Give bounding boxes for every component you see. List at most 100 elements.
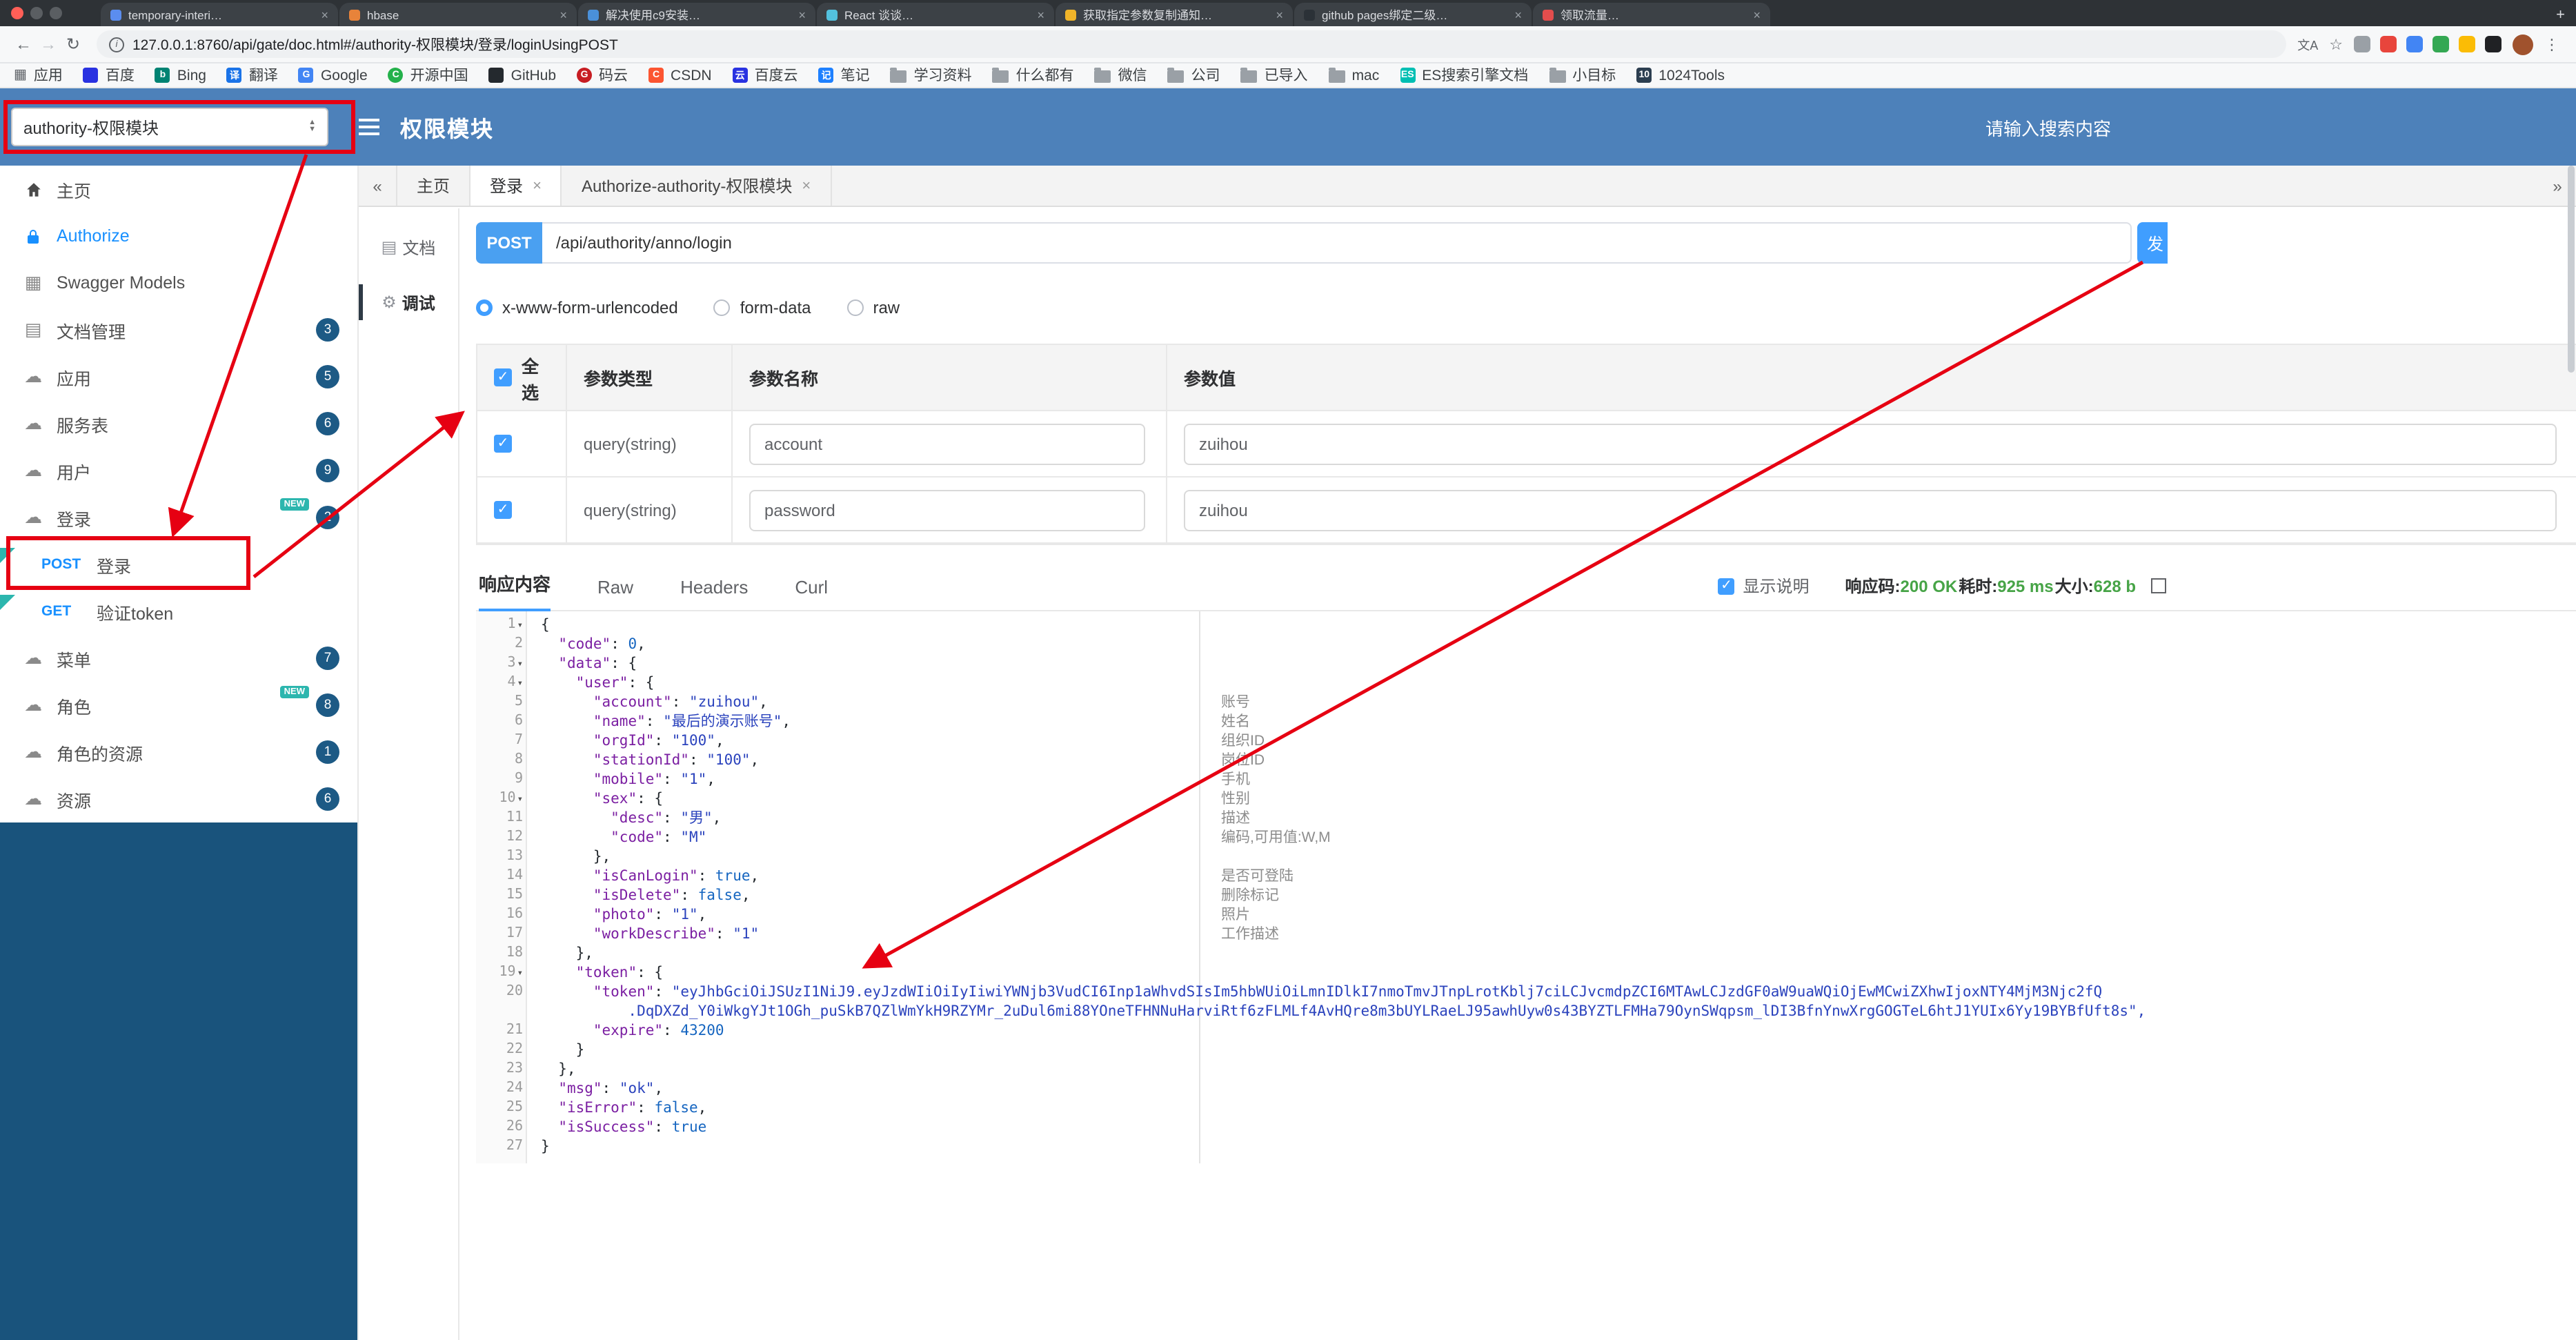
sidebar-item-login-post[interactable]: POST 登录 xyxy=(0,541,357,588)
bookmark-star-icon[interactable]: ☆ xyxy=(2329,35,2343,53)
bookmark-item-1[interactable]: 百度 xyxy=(83,65,135,86)
select-all-checkbox[interactable]: ✓ xyxy=(494,368,512,386)
sidebar-item-resource[interactable]: ☁ 资源 6 xyxy=(0,776,357,822)
tabs-scroll-left-icon[interactable]: « xyxy=(359,176,396,195)
row-checkbox[interactable]: ✓ xyxy=(494,501,512,519)
bookmark-item-12[interactable]: 什么都有 xyxy=(992,65,1074,86)
sidebar-item-role[interactable]: ☁ 角色 NEW 8 xyxy=(0,682,357,729)
tab-close-icon[interactable]: × xyxy=(1753,8,1761,21)
module-select[interactable]: authority-权限模块 ▲ ▼ xyxy=(11,108,328,146)
window-minimize-button[interactable] xyxy=(30,7,43,19)
site-info-icon[interactable]: i xyxy=(109,37,124,52)
param-name-input[interactable] xyxy=(749,489,1145,531)
sidebar-item-service-table[interactable]: ☁ 服务表 6 xyxy=(0,400,357,447)
response-tab-3[interactable]: Curl xyxy=(795,577,828,610)
fold-icon[interactable]: ▾ xyxy=(517,678,523,689)
tab-close-icon[interactable]: × xyxy=(802,177,811,194)
bookmark-item-4[interactable]: G Google xyxy=(298,67,368,83)
tab-doc[interactable]: ▤ 文档 xyxy=(359,219,458,275)
bookmark-item-6[interactable]: GitHub xyxy=(488,67,556,83)
bookmark-item-0[interactable]: ▦ 应用 xyxy=(14,65,63,86)
fold-icon[interactable]: ▾ xyxy=(517,967,523,978)
tab-close-icon[interactable]: × xyxy=(321,8,328,21)
window-close-button[interactable] xyxy=(11,7,23,19)
tab-close-icon[interactable]: × xyxy=(798,8,806,21)
sidebar-item-authorize[interactable]: Authorize xyxy=(0,213,357,259)
content-tab-2[interactable]: Authorize-authority-权限模块 × xyxy=(562,166,832,206)
browser-tab-0[interactable]: temporary-interi… × xyxy=(101,3,338,26)
translate-icon[interactable]: 文A xyxy=(2297,35,2318,53)
sidebar-item-app[interactable]: ☁ 应用 5 xyxy=(0,353,357,400)
window-maximize-button[interactable] xyxy=(50,7,62,19)
bookmark-item-5[interactable]: C 开源中国 xyxy=(388,65,468,86)
browser-tab-4[interactable]: 获取指定参数复制通知… × xyxy=(1056,3,1293,26)
bookmark-item-19[interactable]: 10 1024Tools xyxy=(1636,67,1725,83)
bookmark-item-2[interactable]: b Bing xyxy=(155,67,206,83)
extension-icon-4[interactable] xyxy=(2459,36,2475,52)
param-name-input[interactable] xyxy=(749,423,1145,464)
bookmark-item-13[interactable]: 微信 xyxy=(1094,65,1147,86)
browser-tab-6[interactable]: 领取流量… × xyxy=(1533,3,1770,26)
content-type-radio-0[interactable]: x-www-form-urlencoded xyxy=(476,298,678,317)
sidebar-item-login[interactable]: ☁ 登录 NEW 2 xyxy=(0,494,357,541)
back-button[interactable]: ← xyxy=(11,35,36,54)
content-type-radio-2[interactable]: raw xyxy=(846,298,900,317)
browser-tab-5[interactable]: github pages绑定二级… × xyxy=(1294,3,1532,26)
bookmark-item-17[interactable]: ES ES搜索引擎文档 xyxy=(1400,65,1528,86)
bookmark-item-16[interactable]: mac xyxy=(1328,67,1379,83)
forward-button[interactable]: → xyxy=(36,35,61,54)
bookmark-item-10[interactable]: 记笔记 xyxy=(818,65,870,86)
response-tab-0[interactable]: 响应内容 xyxy=(479,570,551,611)
tab-debug[interactable]: ⚙ 调试 xyxy=(359,275,458,330)
bookmark-item-18[interactable]: 小目标 xyxy=(1549,65,1616,86)
response-tab-2[interactable]: Headers xyxy=(680,577,748,610)
sidebar-item-home[interactable]: 主页 xyxy=(0,166,357,213)
param-value-input[interactable] xyxy=(1184,489,2557,531)
header-search-placeholder[interactable]: 请输入搜索内容 xyxy=(1985,114,2111,140)
request-path-input[interactable]: /api/authority/anno/login xyxy=(542,222,2132,264)
tab-close-icon[interactable]: × xyxy=(1514,8,1522,21)
content-type-radio-1[interactable]: form-data xyxy=(713,298,811,317)
browser-menu-icon[interactable]: ⋮ xyxy=(2544,35,2559,53)
fold-icon[interactable]: ▾ xyxy=(517,794,523,805)
address-bar[interactable]: i 127.0.0.1:8760/api/gate/doc.html#/auth… xyxy=(97,30,2287,58)
bookmark-item-15[interactable]: 已导入 xyxy=(1240,65,1308,86)
fold-icon[interactable]: ▾ xyxy=(517,620,523,631)
extension-icon-1[interactable] xyxy=(2380,36,2397,52)
tab-close-icon[interactable]: × xyxy=(559,8,567,21)
bookmark-item-3[interactable]: 译翻译 xyxy=(226,65,278,86)
scrollbar-thumb[interactable] xyxy=(2568,166,2575,373)
bookmark-item-14[interactable]: 公司 xyxy=(1167,65,1220,86)
content-tab-1[interactable]: 登录 × xyxy=(470,166,562,206)
reload-button[interactable]: ↻ xyxy=(61,35,86,54)
extension-icon-0[interactable] xyxy=(2354,36,2370,52)
sidebar-item-doc-manage[interactable]: ▤ 文档管理 3 xyxy=(0,306,357,353)
bookmark-item-9[interactable]: 云百度云 xyxy=(732,65,798,86)
profile-avatar[interactable] xyxy=(2513,34,2533,55)
browser-tab-3[interactable]: React 谈谈… × xyxy=(817,3,1054,26)
browser-tab-2[interactable]: 解决使用c9安装… × xyxy=(578,3,815,26)
tab-close-icon[interactable]: × xyxy=(1037,8,1044,21)
page-scrollbar[interactable] xyxy=(2566,166,2576,1340)
bookmark-item-8[interactable]: C CSDN xyxy=(648,67,712,83)
sidebar-item-user[interactable]: ☁ 用户 9 xyxy=(0,447,357,494)
sidebar-item-menu[interactable]: ☁ 菜单 7 xyxy=(0,635,357,682)
send-button[interactable]: 发 xyxy=(2137,222,2168,264)
extension-icon-3[interactable] xyxy=(2433,36,2449,52)
extension-icon-2[interactable] xyxy=(2406,36,2423,52)
tab-close-icon[interactable]: × xyxy=(1276,8,1283,21)
tab-close-icon[interactable]: × xyxy=(533,177,542,194)
content-tab-0[interactable]: 主页 xyxy=(396,166,471,206)
bookmark-item-7[interactable]: G 码云 xyxy=(577,65,628,86)
sidebar-item-swagger-models[interactable]: ▦ Swagger Models xyxy=(0,259,357,306)
row-checkbox[interactable]: ✓ xyxy=(494,435,512,453)
sidebar-item-role-resource[interactable]: ☁ 角色的资源 1 xyxy=(0,729,357,776)
browser-tab-1[interactable]: hbase × xyxy=(339,3,577,26)
extension-icon-5[interactable] xyxy=(2485,36,2501,52)
new-tab-button[interactable]: + xyxy=(2556,7,2565,23)
menu-toggle-icon[interactable] xyxy=(359,126,379,128)
show-description-checkbox[interactable]: ✓ xyxy=(1718,578,1735,594)
bookmark-item-11[interactable]: 学习资料 xyxy=(890,65,972,86)
response-tab-1[interactable]: Raw xyxy=(597,577,633,610)
param-value-input[interactable] xyxy=(1184,423,2557,464)
